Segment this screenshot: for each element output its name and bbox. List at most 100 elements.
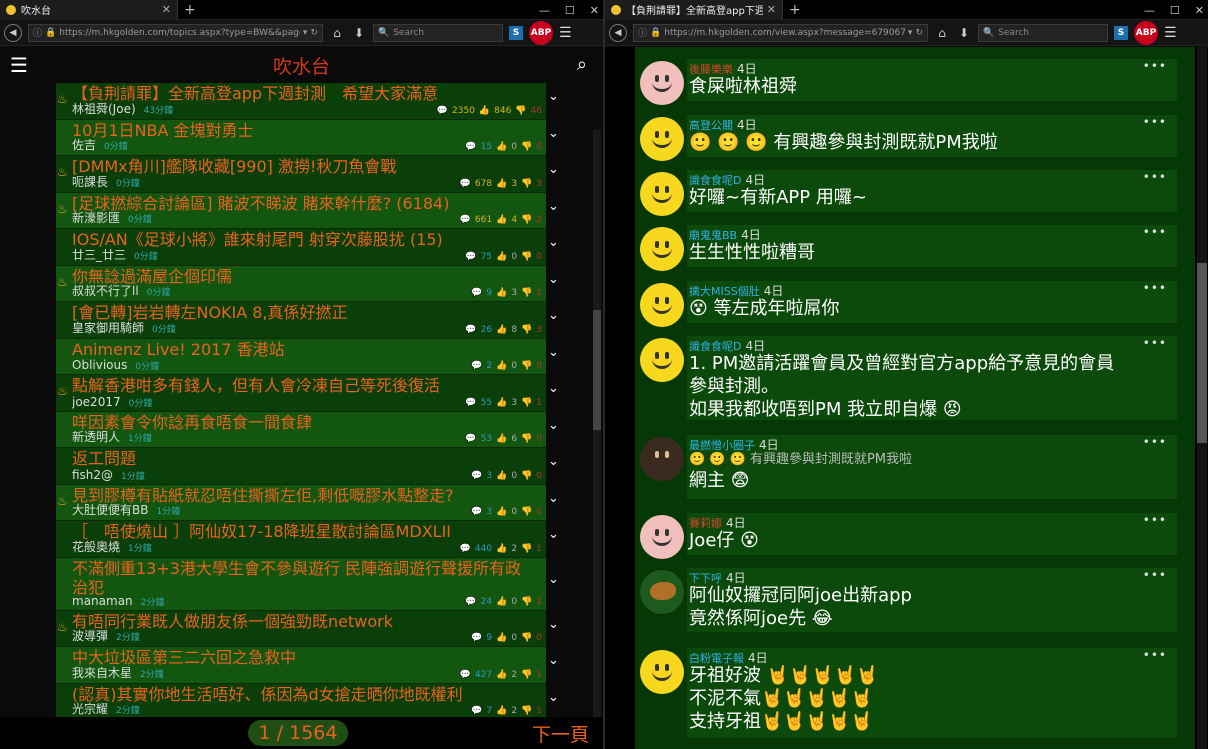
browser-menu-icon[interactable]: ☰ [1164, 25, 1177, 41]
user-avatar[interactable] [640, 172, 684, 216]
back-icon[interactable]: ◀ [4, 23, 22, 42]
topic-title[interactable]: [DMMx角川]艦隊收藏[990] 激撈!秋刀魚會戰 [72, 157, 542, 177]
url-bar[interactable]: ⓘ 🔒 https://m.hkgolden.com/view.aspx?mes… [633, 23, 928, 42]
expand-chevron-icon[interactable]: ⌄ [548, 162, 559, 177]
topic-row[interactable]: [會已轉]岩岩轉左NOKIA 8,真係好撚正 皇家御用騎師 0分鐘 💬 26 👍 8 👎 3 [56, 302, 546, 339]
topic-row[interactable]: 返工問題 fish2@ 1分鐘 💬 3 👍 0 👎 0 [56, 448, 546, 485]
search-bar[interactable]: 🔍 Search [373, 23, 503, 42]
topic-row[interactable]: 中大垃圾區第三二六回之急救中 我來自木星 2分鐘 💬 427 👍 2 👎 1 [56, 647, 546, 684]
topic-row[interactable]: IOS/AN《足球小將》誰來射尾門 射穿次藤股扰 (15) 廿三_廿三 0分鐘 💬 75… [56, 229, 546, 266]
user-avatar[interactable] [640, 227, 684, 271]
topic-title[interactable]: 點解香港咁多有錢人，但有人會冷凍自己等死後復活 [72, 376, 542, 396]
maximize-icon[interactable]: ☐ [565, 4, 575, 17]
more-options-icon[interactable]: ••• [1143, 281, 1167, 295]
topic-row[interactable]: 你無諗過滿屋企個印儒 叔叔不行了ll 0分鐘 💬 9 👍 3 👎 1 [56, 265, 546, 302]
expand-chevron-icon[interactable]: ⌄ [548, 454, 559, 469]
more-options-icon[interactable]: ••• [1143, 648, 1167, 662]
browser-menu-icon[interactable]: ☰ [559, 25, 572, 41]
site-menu-icon[interactable]: ☰ [10, 53, 28, 77]
maximize-icon[interactable]: ☐ [1170, 4, 1180, 17]
close-tab-icon[interactable]: ✕ [767, 3, 776, 16]
expand-chevron-icon[interactable]: ⌄ [548, 126, 559, 141]
scrollbar-thumb[interactable] [1197, 263, 1207, 443]
reload-icon[interactable]: ↻ [915, 28, 923, 38]
new-tab-icon[interactable]: + [789, 2, 801, 18]
close-tab-icon[interactable]: ✕ [162, 3, 171, 16]
expand-chevron-icon[interactable]: ⌄ [548, 272, 559, 287]
topic-row[interactable]: 不滿側重13+3港大學生會不參與遊行 民陣強調遊行聲援所有政治犯 manaman 2… [56, 557, 546, 611]
more-options-icon[interactable]: ••• [1143, 170, 1167, 184]
topic-row[interactable]: 咩因素會令你諗再食唔食一間食肆 新透明人 1分鐘 💬 53 👍 6 👎 0 [56, 411, 546, 448]
user-avatar[interactable] [640, 117, 684, 161]
download-icon[interactable]: ⬇ [351, 26, 367, 40]
new-tab-icon[interactable]: + [184, 2, 196, 18]
expand-chevron-icon[interactable]: ⌄ [548, 418, 559, 433]
more-options-icon[interactable]: ••• [1143, 513, 1167, 527]
expand-chevron-icon[interactable]: ⌄ [548, 527, 559, 542]
window-close-icon[interactable]: ✕ [590, 4, 599, 17]
topic-row[interactable]: 見到膠樽有貼紙就忍唔住撕撕左佢,剩低嘅膠水點整走? 大肚便便有BB 1分鐘 💬 3 👍 0 👎… [56, 484, 546, 521]
reload-icon[interactable]: ↻ [310, 28, 318, 38]
topic-row[interactable]: ［ 唔使燒山 ］阿仙奴17-18降班星散討論區MDXLII 花般奧燒 1分鐘 💬 440… [56, 521, 546, 558]
page-indicator[interactable]: 1 / 1564 [248, 720, 348, 746]
topic-row[interactable]: 點解香港咁多有錢人，但有人會冷凍自己等死後復活 joe2017 0分鐘 💬 55 👍 3 👎 1 [56, 375, 546, 412]
scrollbar[interactable] [593, 130, 601, 749]
topic-row[interactable]: 10月1日NBA 金塊對勇士 佐吉 0分鐘 💬 15 👍 0 👎 0 [56, 119, 546, 156]
more-options-icon[interactable]: ••• [1143, 59, 1167, 73]
expand-chevron-icon[interactable]: ⌄ [548, 199, 559, 214]
topic-row[interactable]: [足球撚綜合討論區] 賭波不睇波 賭來幹什麼? (6184) 新濠影匯 0分鐘 💬 66… [56, 192, 546, 229]
topic-title[interactable]: 10月1日NBA 金塊對勇士 [72, 121, 542, 141]
expand-chevron-icon[interactable]: ⌄ [548, 381, 559, 396]
more-options-icon[interactable]: ••• [1143, 225, 1167, 239]
expand-chevron-icon[interactable]: ⌄ [548, 89, 559, 104]
expand-chevron-icon[interactable]: ⌄ [548, 617, 559, 632]
extension-s-icon[interactable]: S [509, 25, 523, 40]
user-avatar[interactable] [640, 283, 684, 327]
home-icon[interactable]: ⌂ [329, 26, 345, 40]
scrollbar-thumb[interactable] [593, 310, 601, 430]
expand-chevron-icon[interactable]: ⌄ [548, 491, 559, 506]
home-icon[interactable]: ⌂ [934, 26, 950, 40]
url-bar[interactable]: ⓘ 🔒 https://m.hkgolden.com/topics.aspx?t… [28, 23, 323, 42]
topic-title[interactable]: 返工問題 [72, 449, 542, 469]
user-avatar[interactable] [640, 515, 684, 559]
topic-title[interactable]: 有唔同行業既人做朋友係一個強勁既network [72, 612, 542, 632]
back-icon[interactable]: ◀ [609, 23, 627, 42]
topic-title[interactable]: (認真)其實你地生活唔好、係因為d女搶走晒你地既權利 [72, 685, 542, 705]
tab-thread[interactable]: 【負荆請罪】全新高登app下週封測 ... ✕ [605, 0, 783, 20]
minimize-icon[interactable]: — [1144, 4, 1155, 17]
user-avatar[interactable] [640, 650, 684, 694]
dropdown-icon[interactable]: ▾ [303, 28, 308, 38]
dropdown-icon[interactable]: ▾ [908, 28, 913, 38]
minimize-icon[interactable]: — [539, 4, 550, 17]
more-options-icon[interactable]: ••• [1143, 568, 1167, 582]
more-options-icon[interactable]: ••• [1143, 336, 1167, 350]
scrollbar[interactable] [1197, 47, 1207, 749]
next-page-button[interactable]: 下一頁 [532, 720, 589, 747]
expand-chevron-icon[interactable]: ⌄ [548, 690, 559, 705]
expand-chevron-icon[interactable]: ⌄ [548, 653, 559, 668]
topic-row[interactable]: (認真)其實你地生活唔好、係因為d女搶走晒你地既權利 光宗耀 2分鐘 💬 7 👍 2 👎 1 [56, 683, 546, 720]
more-options-icon[interactable]: ••• [1143, 115, 1167, 129]
site-search-icon[interactable]: ⌕ [577, 54, 587, 75]
topic-row[interactable]: 有唔同行業既人做朋友係一個強勁既network 波導彈 2分鐘 💬 9 👍 0 👎 0 [56, 610, 546, 647]
adblock-plus-icon[interactable]: ABP [529, 20, 553, 45]
expand-chevron-icon[interactable]: ⌄ [548, 572, 559, 587]
window-close-icon[interactable]: ✕ [1195, 4, 1204, 17]
topic-row[interactable]: Animenz Live! 2017 香港站 Oblivious 0分鐘 💬 2 👍 0 👎 0 [56, 338, 546, 375]
tab-topics[interactable]: 吹水台 ✕ [0, 0, 178, 20]
topic-row[interactable]: [DMMx角川]艦隊收藏[990] 激撈!秋刀魚會戰 呃課長 0分鐘 💬 678 👍 3 👎 3 [56, 156, 546, 193]
topic-row[interactable]: 【負荆請罪】全新高登app下週封測 希望大家滿意 林祖舜(Joe) 43分鐘 💬 235… [56, 83, 546, 120]
topic-title[interactable]: 不滿側重13+3港大學生會不參與遊行 民陣強調遊行聲援所有政治犯 [72, 559, 537, 597]
user-avatar[interactable] [640, 437, 684, 481]
topic-title[interactable]: Animenz Live! 2017 香港站 [72, 340, 542, 360]
extension-s-icon[interactable]: S [1114, 25, 1128, 40]
expand-chevron-icon[interactable]: ⌄ [548, 308, 559, 323]
expand-chevron-icon[interactable]: ⌄ [548, 235, 559, 250]
download-icon[interactable]: ⬇ [956, 26, 972, 40]
user-avatar[interactable] [640, 61, 684, 105]
more-options-icon[interactable]: ••• [1143, 435, 1167, 449]
search-bar[interactable]: 🔍 Search [978, 23, 1108, 42]
adblock-plus-icon[interactable]: ABP [1134, 20, 1158, 45]
user-avatar[interactable] [640, 570, 684, 614]
